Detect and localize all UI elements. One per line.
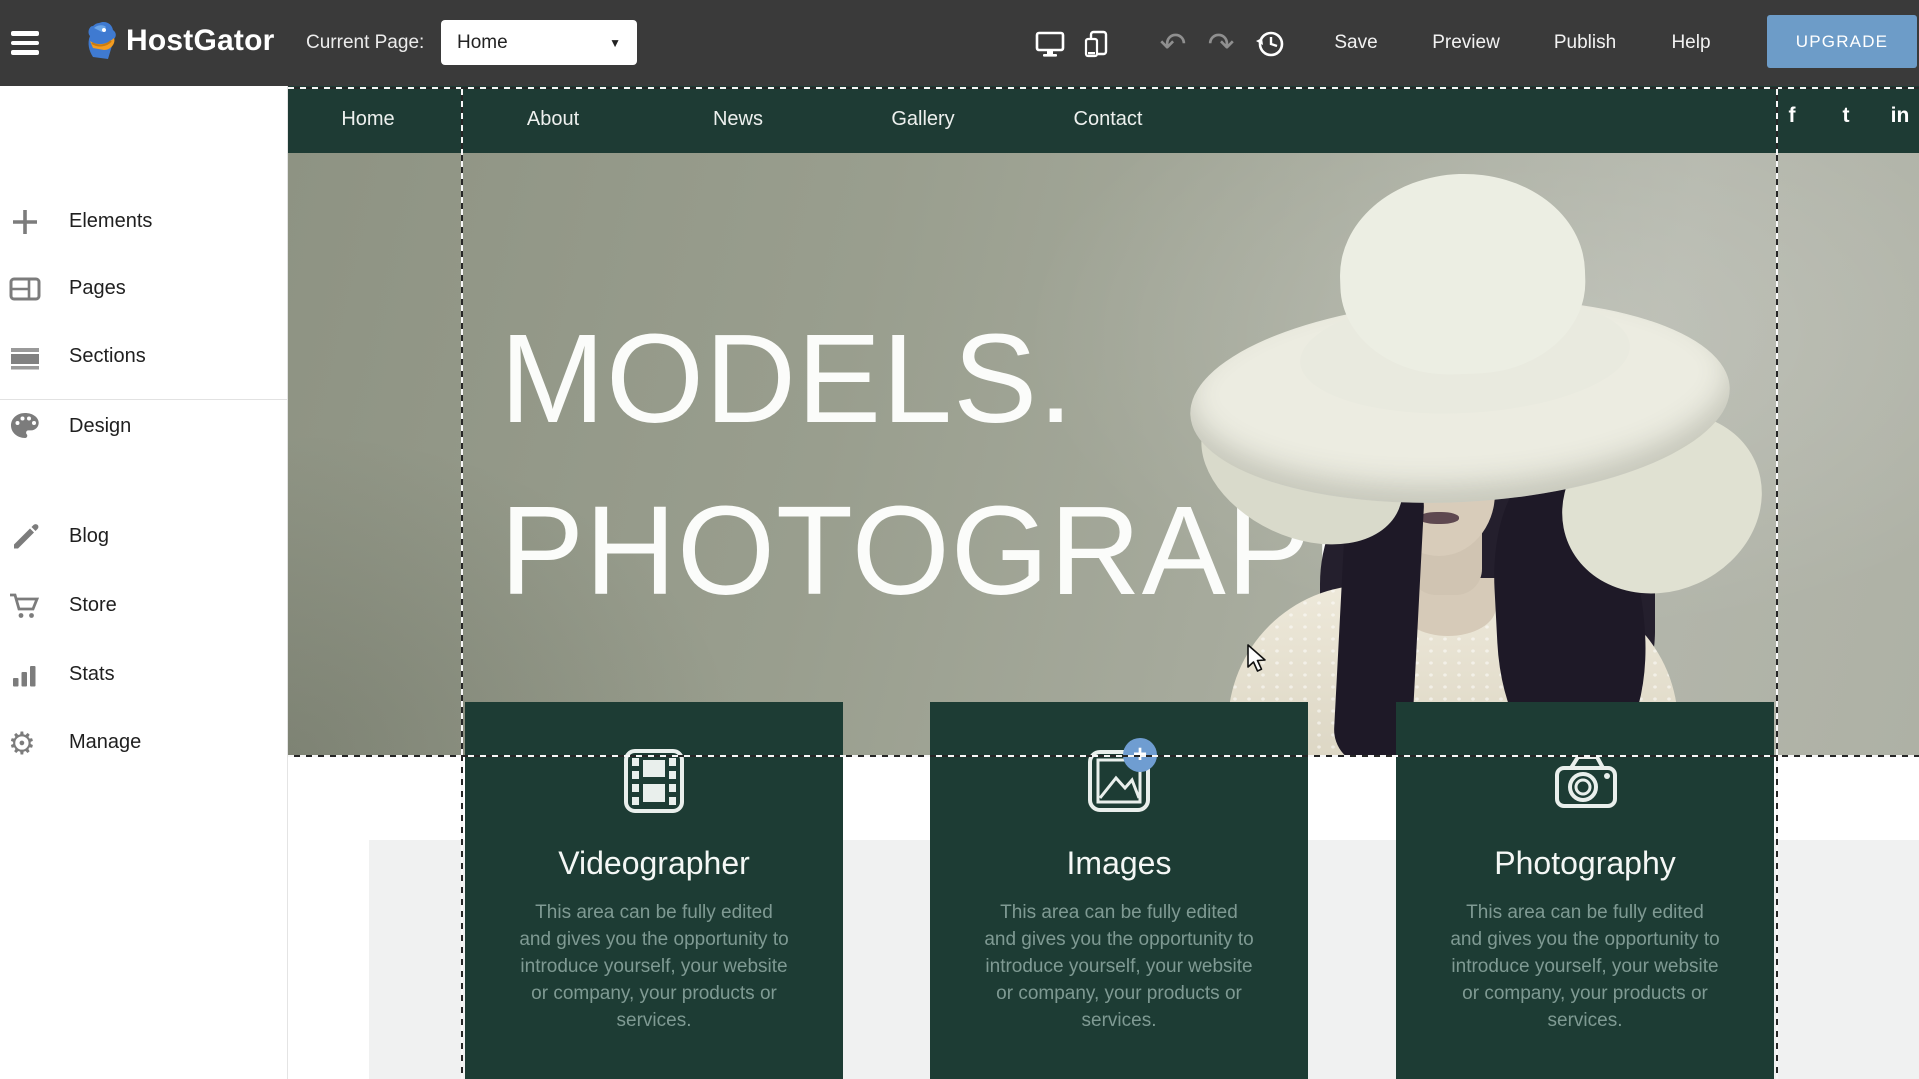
hamburger-menu-icon[interactable] xyxy=(11,31,39,55)
selection-dash-right xyxy=(1776,87,1778,1079)
builder-sidebar: Elements Pages Sections xyxy=(0,86,288,1079)
linkedin-icon[interactable]: in xyxy=(1891,104,1910,128)
preview-button[interactable]: Preview xyxy=(1432,32,1500,54)
cart-icon xyxy=(8,589,44,625)
help-button[interactable]: Help xyxy=(1671,32,1710,54)
pencil-icon xyxy=(8,520,44,556)
save-button[interactable]: Save xyxy=(1334,32,1377,54)
card-body-text: This area can be fully edited and gives … xyxy=(1448,900,1722,1035)
facebook-icon[interactable]: f xyxy=(1789,104,1796,128)
redo-icon[interactable]: ↷ xyxy=(1203,26,1239,62)
sidebar-item-design[interactable]: Design xyxy=(0,406,288,450)
history-icon[interactable] xyxy=(1252,26,1288,62)
card-videographer[interactable]: Videographer This area can be fully edit… xyxy=(465,702,843,1079)
card-title: Videographer xyxy=(465,845,843,882)
card-body-text: This area can be fully edited and gives … xyxy=(982,900,1256,1035)
sidebar-item-manage[interactable]: ⚙ Manage xyxy=(0,722,288,766)
brand-name: HostGator xyxy=(126,24,274,58)
bar-chart-icon xyxy=(8,658,44,694)
page-select-dropdown[interactable]: Home ▼ xyxy=(441,20,637,65)
mouse-cursor xyxy=(1246,644,1270,674)
sidebar-item-stats[interactable]: Stats xyxy=(0,654,288,698)
gator-mascot-icon xyxy=(84,20,122,62)
palette-icon xyxy=(8,410,44,446)
desktop-view-icon[interactable] xyxy=(1032,26,1068,62)
card-images[interactable]: + Images This area can be fully edited a… xyxy=(930,702,1308,1079)
chevron-down-icon: ▼ xyxy=(609,36,621,50)
sidebar-item-pages[interactable]: Pages xyxy=(0,268,288,312)
plus-icon xyxy=(8,205,44,241)
site-nav-contact[interactable]: Contact xyxy=(1074,108,1143,131)
twitter-icon[interactable]: t xyxy=(1843,104,1850,128)
site-nav-about[interactable]: About xyxy=(527,108,579,131)
sidebar-item-sections[interactable]: Sections xyxy=(0,336,288,380)
current-page-label: Current Page: xyxy=(306,32,424,54)
undo-icon[interactable]: ↶ xyxy=(1155,26,1191,62)
card-title: Photography xyxy=(1396,845,1774,882)
sidebar-item-store[interactable]: Store xyxy=(0,585,288,629)
mobile-view-icon[interactable] xyxy=(1078,26,1114,62)
sidebar-divider xyxy=(0,399,288,400)
selection-dash-left xyxy=(461,87,463,1079)
publish-button[interactable]: Publish xyxy=(1554,32,1616,54)
hostgator-logo: HostGator xyxy=(84,20,274,62)
card-photography[interactable]: Photography This area can be fully edite… xyxy=(1396,702,1774,1079)
card-body-text: This area can be fully edited and gives … xyxy=(517,900,791,1035)
site-nav-gallery[interactable]: Gallery xyxy=(891,108,954,131)
card-title: Images xyxy=(930,845,1308,882)
page-select-value: Home xyxy=(457,32,609,54)
hostgator-builder-screen: HostGator Current Page: Home ▼ ↶ ↷ xyxy=(0,0,1919,1079)
selection-dash-top xyxy=(288,87,1919,89)
site-navbar: Home About News Gallery Contact f t in xyxy=(288,86,1919,153)
upgrade-button[interactable]: UPGRADE xyxy=(1767,15,1917,68)
site-nav-news[interactable]: News xyxy=(713,108,763,131)
selection-dash-bottom xyxy=(288,755,1919,757)
hero-section[interactable]: MODELS. PHOTOGRAPHY xyxy=(288,153,1919,756)
stacked-bars-icon xyxy=(8,340,44,376)
topbar: HostGator Current Page: Home ▼ ↶ ↷ xyxy=(0,0,1919,86)
gear-icon: ⚙ xyxy=(8,726,44,762)
sidebar-item-blog[interactable]: Blog xyxy=(0,516,288,560)
site-nav-home[interactable]: Home xyxy=(341,108,394,131)
page-layout-icon xyxy=(8,272,44,308)
sidebar-item-elements[interactable]: Elements xyxy=(0,201,288,245)
